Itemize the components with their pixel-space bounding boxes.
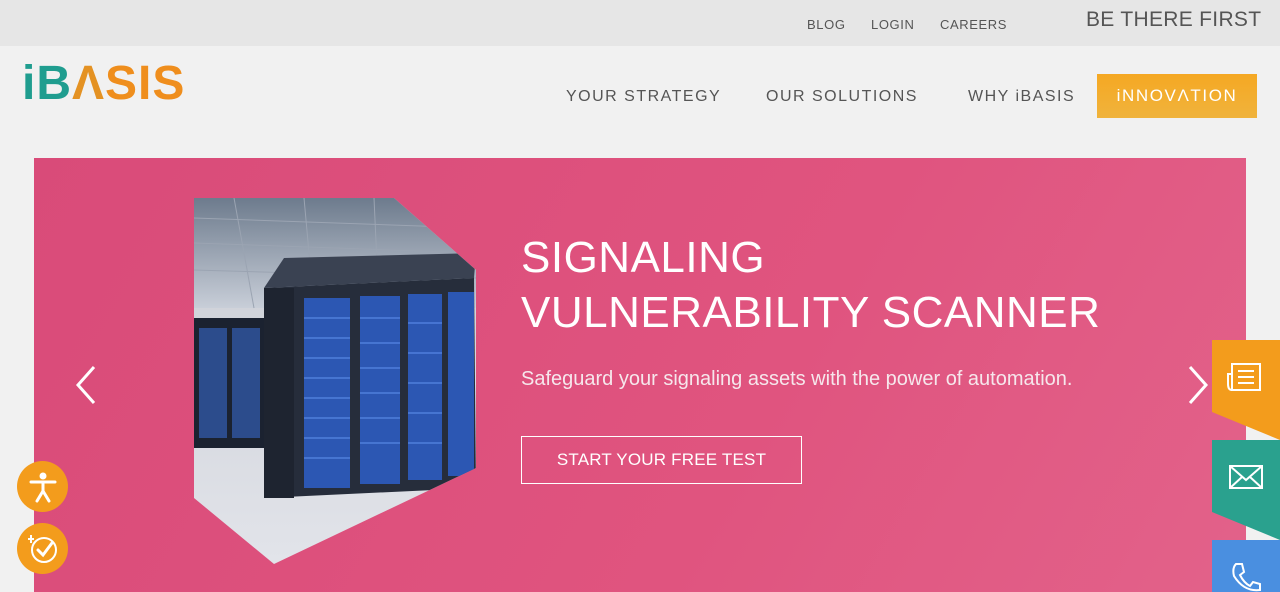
checklist-icon: [27, 534, 57, 563]
logo-a: Λ: [72, 57, 106, 110]
ibasis-logo[interactable]: i B Λ SIS: [22, 57, 186, 110]
nav-your-strategy[interactable]: YOUR STRATEGY: [566, 88, 721, 106]
side-tab-phone[interactable]: [1212, 540, 1280, 592]
tagline: BE THERE FIRST: [1086, 8, 1262, 31]
hero-title-line2: VULNERABILITY SCANNER: [521, 288, 1101, 337]
side-tab-document[interactable]: [1212, 340, 1280, 440]
hero-title: SIGNALING VULNERABILITY SCANNER: [521, 230, 1100, 340]
accessibility-button[interactable]: [17, 461, 68, 512]
logo-i: i: [22, 57, 37, 110]
nav-why-ibasis[interactable]: WHY iBASIS: [968, 88, 1075, 106]
prev-arrow-icon[interactable]: [72, 363, 102, 407]
document-icon: [1227, 363, 1261, 391]
nav-our-solutions[interactable]: OUR SOLUTIONS: [766, 88, 918, 106]
next-arrow-icon[interactable]: [1182, 363, 1212, 407]
hero-title-line1: SIGNALING: [521, 233, 766, 282]
phone-icon: [1232, 563, 1261, 592]
logo-b: B: [36, 57, 73, 110]
nav-innovation-button[interactable]: iNNOVΛTION: [1097, 74, 1257, 118]
hero-subtitle: Safeguard your signaling assets with the…: [521, 368, 1073, 390]
blog-link[interactable]: BLOG: [807, 17, 846, 32]
hero-banner: SIGNALING VULNERABILITY SCANNER Safeguar…: [34, 158, 1246, 592]
logo-sis: SIS: [105, 57, 186, 110]
accessibility-check-button[interactable]: [17, 523, 68, 574]
careers-link[interactable]: CAREERS: [940, 17, 1007, 32]
server-room-image: [194, 198, 476, 564]
top-utility-bar: BLOG LOGIN CAREERS BE THERE FIRST: [0, 0, 1280, 46]
start-free-test-button[interactable]: START YOUR FREE TEST: [521, 436, 802, 484]
login-link[interactable]: LOGIN: [871, 17, 914, 32]
main-header: i B Λ SIS YOUR STRATEGY OUR SOLUTIONS WH…: [0, 46, 1280, 158]
side-tab-mail[interactable]: [1212, 440, 1280, 540]
accessibility-icon: [29, 472, 56, 502]
mail-icon: [1229, 465, 1263, 489]
